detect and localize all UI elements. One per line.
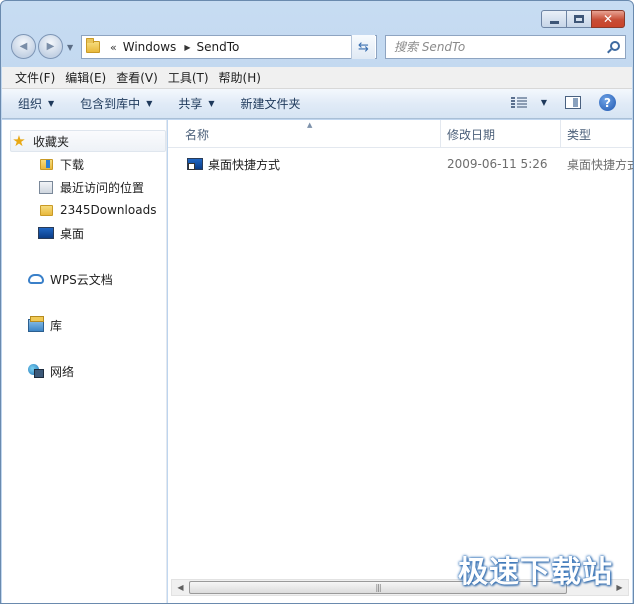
desktop-shortcut-icon bbox=[187, 158, 203, 170]
include-in-library-label: 包含到库中 bbox=[80, 97, 141, 111]
explorer-window: ✕ ◀ ▶ ▼ « Windows ▶ SendTo ▼ ⇆ 文件(F) 编辑(… bbox=[0, 0, 634, 604]
share-button[interactable]: 共享 ▼ bbox=[178, 95, 214, 112]
file-name: 桌面快捷方式 bbox=[208, 157, 281, 172]
navigation-row: ◀ ▶ ▼ « Windows ▶ SendTo ▼ ⇆ bbox=[9, 34, 626, 60]
column-header-name[interactable]: 名称 bbox=[168, 120, 440, 148]
sort-ascending-icon: ▲ bbox=[307, 121, 313, 129]
organize-label: 组织 bbox=[18, 97, 43, 111]
search-box[interactable] bbox=[385, 35, 626, 59]
chevron-down-icon: ▼ bbox=[146, 99, 153, 108]
nav-item-downloads[interactable]: 下载 bbox=[38, 153, 84, 175]
file-name-cell[interactable]: 桌面快捷方式 bbox=[187, 154, 437, 174]
search-input[interactable] bbox=[394, 40, 594, 54]
menu-help[interactable]: 帮助(H) bbox=[214, 69, 266, 86]
nav-item-2345downloads[interactable]: 2345Downloads bbox=[38, 199, 156, 221]
command-bar: 组织 ▼ 包含到库中 ▼ 共享 ▼ 新建文件夹 ▼ ? bbox=[2, 89, 632, 119]
close-icon: ✕ bbox=[602, 12, 614, 26]
nav-item-label: 最近访问的位置 bbox=[60, 180, 145, 195]
nav-item-label: 库 bbox=[50, 318, 63, 333]
forward-arrow-icon: ▶ bbox=[46, 41, 55, 52]
desktop-icon bbox=[38, 225, 54, 241]
file-list: 名称 ▲ 修改日期 类型 桌面快捷方式 2009-06-11 5:26 桌面快捷… bbox=[168, 120, 634, 603]
menu-view[interactable]: 查看(V) bbox=[111, 69, 163, 86]
nav-item-desktop[interactable]: 桌面 bbox=[38, 222, 84, 244]
address-bar[interactable]: « Windows ▶ SendTo ▼ bbox=[81, 35, 377, 59]
navigation-pane: ★ 收藏夹 下载 最近访问的位置 2345Downloads 桌面 WPS云文档… bbox=[2, 120, 167, 603]
recent-pages-dropdown[interactable]: ▼ bbox=[67, 43, 73, 52]
preview-pane-icon[interactable] bbox=[565, 96, 581, 109]
nav-item-favorites[interactable]: ★ 收藏夹 bbox=[10, 130, 166, 152]
nav-item-label: 下载 bbox=[60, 157, 85, 172]
maximize-icon bbox=[574, 15, 584, 23]
nav-item-label: 收藏夹 bbox=[33, 134, 70, 149]
breadcrumb-sendto[interactable]: SendTo bbox=[196, 40, 239, 54]
nav-item-wps-cloud[interactable]: WPS云文档 bbox=[28, 268, 113, 290]
library-icon bbox=[28, 315, 44, 333]
file-date-cell: 2009-06-11 5:26 bbox=[447, 157, 548, 171]
folder-icon bbox=[38, 202, 54, 218]
view-controls: ▼ ? bbox=[510, 94, 616, 111]
scroll-right-button[interactable]: ▶ bbox=[611, 580, 628, 595]
share-label: 共享 bbox=[178, 97, 203, 111]
nav-item-label: 网络 bbox=[50, 364, 75, 379]
breadcrumb-windows[interactable]: Windows bbox=[123, 40, 177, 54]
new-folder-label: 新建文件夹 bbox=[240, 97, 301, 111]
nav-item-label: 2345Downloads bbox=[60, 203, 157, 217]
network-icon bbox=[28, 363, 44, 379]
maximize-button[interactable] bbox=[566, 10, 592, 28]
scroll-left-button[interactable]: ◀ bbox=[172, 580, 189, 595]
search-icon[interactable] bbox=[610, 41, 620, 51]
address-overflow-chevron[interactable]: « bbox=[110, 41, 117, 54]
menu-tools[interactable]: 工具(T) bbox=[163, 69, 214, 86]
folder-icon bbox=[86, 38, 100, 53]
column-header-date[interactable]: 修改日期 bbox=[440, 120, 560, 148]
nav-item-label: 桌面 bbox=[60, 226, 85, 241]
nav-item-libraries[interactable]: 库 bbox=[28, 314, 62, 336]
minimize-button[interactable] bbox=[541, 10, 567, 28]
menu-file[interactable]: 文件(F) bbox=[10, 69, 60, 86]
recent-places-icon bbox=[38, 179, 54, 195]
back-arrow-icon: ◀ bbox=[19, 41, 28, 52]
close-button[interactable]: ✕ bbox=[591, 10, 625, 28]
help-icon[interactable]: ? bbox=[599, 94, 616, 111]
view-options-dropdown-icon[interactable]: ▼ bbox=[541, 98, 547, 107]
nav-item-label: WPS云文档 bbox=[50, 272, 113, 287]
nav-item-network[interactable]: 网络 bbox=[28, 360, 74, 382]
refresh-button[interactable]: ⇆ bbox=[351, 35, 375, 59]
refresh-icon: ⇆ bbox=[358, 39, 369, 55]
breadcrumb-separator-icon[interactable]: ▶ bbox=[184, 43, 190, 52]
include-in-library-button[interactable]: 包含到库中 ▼ bbox=[80, 95, 152, 112]
table-row[interactable]: 桌面快捷方式 2009-06-11 5:26 桌面快捷方式 bbox=[168, 154, 634, 174]
file-type-cell: 桌面快捷方式 bbox=[567, 157, 634, 172]
scrollbar-grip: ||| bbox=[375, 583, 381, 592]
back-button[interactable]: ◀ bbox=[11, 34, 36, 59]
column-header-type[interactable]: 类型 bbox=[560, 120, 633, 148]
cloud-icon bbox=[28, 271, 44, 287]
star-icon: ★ bbox=[12, 132, 26, 150]
chevron-down-icon: ▼ bbox=[208, 99, 215, 108]
forward-button[interactable]: ▶ bbox=[38, 34, 63, 59]
downloads-folder-icon bbox=[38, 156, 54, 172]
column-header-row: 名称 ▲ 修改日期 类型 bbox=[168, 120, 632, 148]
minimize-icon bbox=[549, 20, 559, 24]
nav-item-recent-places[interactable]: 最近访问的位置 bbox=[38, 176, 144, 198]
chevron-down-icon: ▼ bbox=[48, 99, 55, 108]
change-view-icon[interactable] bbox=[510, 96, 527, 109]
organize-button[interactable]: 组织 ▼ bbox=[18, 95, 54, 112]
menu-edit[interactable]: 编辑(E) bbox=[60, 69, 111, 86]
watermark-logo: 极速下载站 bbox=[458, 555, 613, 590]
caption-buttons: ✕ bbox=[541, 10, 625, 30]
menu-bar: 文件(F) 编辑(E) 查看(V) 工具(T) 帮助(H) bbox=[2, 67, 632, 89]
new-folder-button[interactable]: 新建文件夹 bbox=[241, 95, 301, 112]
